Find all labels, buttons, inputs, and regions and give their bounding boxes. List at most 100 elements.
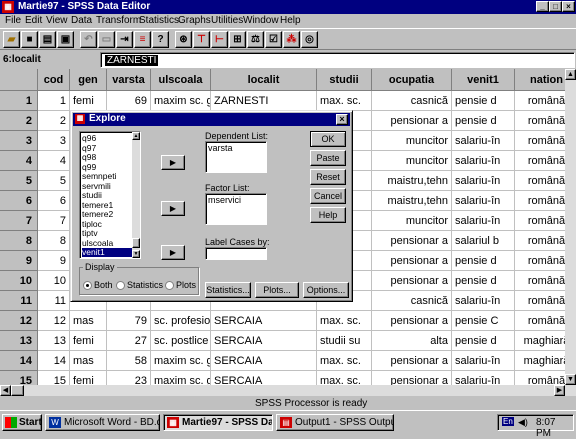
cell-varsta[interactable]: 27 xyxy=(107,331,151,351)
vertical-scrollbar[interactable]: ▲ ▼ xyxy=(565,69,576,385)
cell-cod[interactable]: 8 xyxy=(38,231,70,251)
horizontal-scrollbar[interactable]: ◀ ▶ xyxy=(0,385,576,396)
row-header[interactable]: 10 xyxy=(0,271,38,291)
list-scroll-thumb[interactable] xyxy=(132,238,140,248)
row-header[interactable]: 3 xyxy=(0,131,38,151)
cell-cod[interactable]: 11 xyxy=(38,291,70,311)
insert-case-icon[interactable]: ⊤ xyxy=(193,31,210,48)
dialog-title-bar[interactable]: ▦ Explore × xyxy=(73,113,350,126)
row-header[interactable]: 2 xyxy=(0,111,38,131)
plots-button[interactable]: Plots... xyxy=(255,282,299,298)
cell-venit1[interactable]: pensie C xyxy=(452,311,515,331)
cell-ocupatia[interactable]: casnică xyxy=(372,91,452,111)
window-title-bar[interactable]: ▦ Martie97 - SPSS Data Editor _ □ × xyxy=(0,0,576,14)
cell-nation[interactable]: română xyxy=(515,211,565,231)
cell-venit1[interactable]: pensie d xyxy=(452,271,515,291)
radio-both-label[interactable]: Both xyxy=(94,280,113,290)
cell-nation[interactable]: maghiară xyxy=(515,351,565,371)
select-cases-icon[interactable]: ☑ xyxy=(265,31,282,48)
goto-chart-icon[interactable]: ▭ xyxy=(98,31,115,48)
scroll-thumb[interactable] xyxy=(11,385,24,396)
cell-ocupatia[interactable]: pensionar a xyxy=(372,251,452,271)
variable-list-item[interactable]: q96 xyxy=(82,134,132,143)
binoculars-icon[interactable]: ⊛ xyxy=(175,31,192,48)
cell-ocupatia[interactable]: pensionar a xyxy=(372,271,452,291)
start-button[interactable]: Start xyxy=(2,414,42,431)
paste-button[interactable]: Paste xyxy=(310,150,346,166)
menu-graphs[interactable]: Graphs xyxy=(178,15,211,27)
variable-list-item[interactable]: tiptv xyxy=(82,229,132,238)
cell-venit1[interactable]: salariu-în xyxy=(452,351,515,371)
cell-nation[interactable]: română xyxy=(515,151,565,171)
cell-ocupatia[interactable]: pensionar a xyxy=(372,231,452,251)
clock[interactable]: 8:07 PM xyxy=(536,417,573,439)
variables-icon[interactable]: ≡ xyxy=(134,31,151,48)
cell-localit[interactable]: SERCAIA xyxy=(211,311,317,331)
cell-nation[interactable]: română xyxy=(515,191,565,211)
cell-ulscoala[interactable]: maxim sc. g xyxy=(151,351,211,371)
cell-ocupatia[interactable]: casnică xyxy=(372,291,452,311)
factor-item[interactable]: mservici xyxy=(208,195,241,205)
cell-ocupatia[interactable]: alta xyxy=(372,331,452,351)
cell-nation[interactable]: română xyxy=(515,231,565,251)
cell-cod[interactable]: 5 xyxy=(38,171,70,191)
cell-cod[interactable]: 10 xyxy=(38,271,70,291)
scroll-right-arrow-icon[interactable]: ▶ xyxy=(554,385,565,396)
cell-venit1[interactable]: salariul b xyxy=(452,231,515,251)
cell-ulscoala[interactable]: sc. postlice xyxy=(151,331,211,351)
cell-localit[interactable]: SERCAIA xyxy=(211,331,317,351)
row-header[interactable]: 15 xyxy=(0,371,38,385)
dependent-list-box[interactable]: varsta xyxy=(205,141,267,173)
reset-button[interactable]: Reset xyxy=(310,169,346,185)
cell-studii[interactable]: max. sc. xyxy=(317,91,372,111)
radio-plots[interactable] xyxy=(165,281,174,290)
radio-statistics-label[interactable]: Statistics xyxy=(127,280,163,290)
column-header-ocupatia[interactable]: ocupatia xyxy=(372,69,452,91)
cell-nation[interactable]: română xyxy=(515,131,565,151)
scroll-up-arrow-icon[interactable]: ▲ xyxy=(565,69,576,80)
cell-nation[interactable]: română xyxy=(515,251,565,271)
column-header-cod[interactable]: cod xyxy=(38,69,70,91)
value-labels-icon[interactable]: ⁂ xyxy=(283,31,300,48)
cell-cod[interactable]: 2 xyxy=(38,111,70,131)
cell-ocupatia[interactable]: muncitor xyxy=(372,151,452,171)
cell-ocupatia[interactable]: pensionar a xyxy=(372,111,452,131)
row-header[interactable]: 13 xyxy=(0,331,38,351)
cell-nation[interactable]: română xyxy=(515,111,565,131)
list-scroll-up-icon[interactable]: ▲ xyxy=(132,132,140,140)
ok-button[interactable]: OK xyxy=(310,131,346,147)
menu-view[interactable]: View xyxy=(46,15,68,27)
move-to-dependent-button[interactable]: ▶ xyxy=(161,155,185,170)
cell-cod[interactable]: 7 xyxy=(38,211,70,231)
row-header[interactable]: 8 xyxy=(0,231,38,251)
cell-venit1[interactable]: pensie d xyxy=(452,111,515,131)
task-word[interactable]: WMicrosoft Word - BD.doc xyxy=(45,414,160,431)
cell-ulscoala[interactable]: maxim sc. g xyxy=(151,91,211,111)
move-to-label-button[interactable]: ▶ xyxy=(161,245,185,260)
variable-list-item[interactable]: venit1 xyxy=(82,248,132,257)
cell-ulscoala[interactable]: sc. profesio xyxy=(151,311,211,331)
cell-studii[interactable]: studii su xyxy=(317,331,372,351)
menu-edit[interactable]: Edit xyxy=(25,15,42,27)
cell-venit1[interactable]: salariu-în xyxy=(452,151,515,171)
speaker-icon[interactable]: ◀) xyxy=(518,417,528,428)
cell-ocupatia[interactable]: maistru,tehn xyxy=(372,191,452,211)
task-spss-data[interactable]: ▦Martie97 - SPSS Dat... xyxy=(163,414,273,431)
cell-gen[interactable]: mas xyxy=(70,311,107,331)
cell-localit[interactable]: ZARNESTI xyxy=(211,91,317,111)
cell-cod[interactable]: 14 xyxy=(38,351,70,371)
radio-plots-label[interactable]: Plots xyxy=(176,280,196,290)
column-header-venit1[interactable]: venit1 xyxy=(452,69,515,91)
row-header[interactable]: 9 xyxy=(0,251,38,271)
cell-value-input[interactable]: ZARNESTI xyxy=(100,52,575,68)
save-icon[interactable]: ■ xyxy=(21,31,38,48)
cell-nation[interactable]: română xyxy=(515,291,565,311)
menu-data[interactable]: Data xyxy=(71,15,92,27)
cell-ocupatia[interactable]: maistru,tehn xyxy=(372,171,452,191)
cell-ocupatia[interactable]: pensionar a xyxy=(372,351,452,371)
cell-cod[interactable]: 13 xyxy=(38,331,70,351)
language-indicator[interactable]: En xyxy=(502,417,514,426)
cell-venit1[interactable]: pensie d xyxy=(452,251,515,271)
menu-file[interactable]: File xyxy=(5,15,21,27)
factor-list-box[interactable]: mservici xyxy=(205,193,267,225)
